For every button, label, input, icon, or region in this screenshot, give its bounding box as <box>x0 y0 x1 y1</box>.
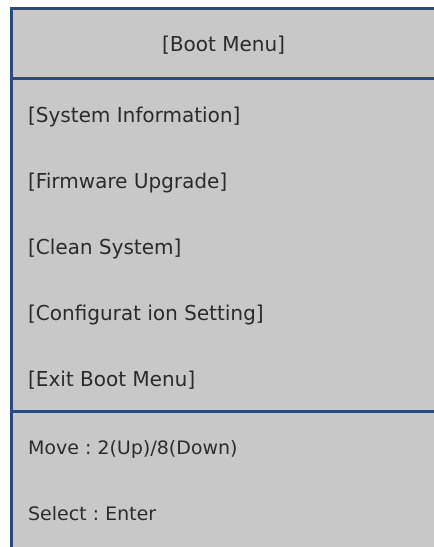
menu-item-label: [Exit Boot Menu] <box>28 367 196 391</box>
menu-item-firmware-upgrade[interactable]: [Firmware Upgrade] <box>13 148 434 214</box>
menu-item-label: [Clean System] <box>28 235 182 259</box>
menu-item-exit-boot-menu[interactable]: [Exit Boot Menu] <box>13 346 434 412</box>
move-help-label: Move : 2(Up)/8(Down) <box>28 437 238 459</box>
menu-item-label: [Configurat ion Setting] <box>28 301 264 325</box>
boot-menu-title: [Boot Menu] <box>162 31 285 56</box>
select-help-text: Select : Enter <box>13 481 434 547</box>
menu-item-configuration-setting[interactable]: [Configurat ion Setting] <box>13 280 434 346</box>
select-help-label: Select : Enter <box>28 503 157 525</box>
menu-item-label: [Firmware Upgrade] <box>28 169 228 193</box>
move-help-text: Move : 2(Up)/8(Down) <box>13 415 434 481</box>
menu-item-system-information[interactable]: [System Information] <box>13 82 434 148</box>
menu-item-label: [System Information] <box>28 103 241 127</box>
boot-menu-list: [System Information] [Firmware Upgrade] … <box>13 80 434 413</box>
key-help-section: Move : 2(Up)/8(Down) Select : Enter <box>13 413 434 547</box>
boot-menu-header: [Boot Menu] <box>13 10 434 80</box>
boot-menu-panel: [Boot Menu] [System Information] [Firmwa… <box>10 7 434 547</box>
menu-item-clean-system[interactable]: [Clean System] <box>13 214 434 280</box>
